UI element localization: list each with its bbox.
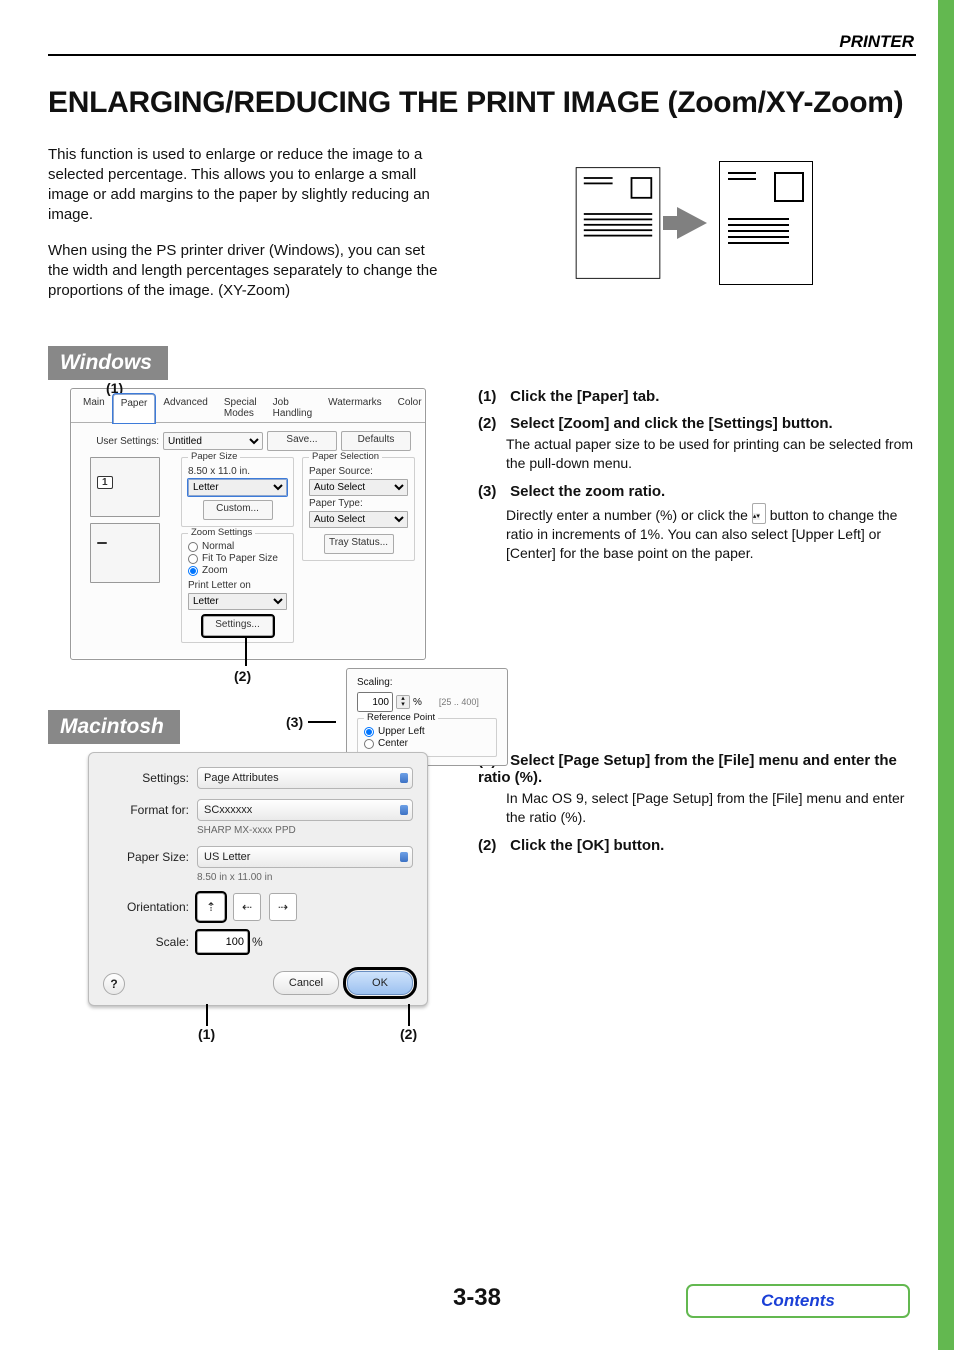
orientation-landscape-right-button[interactable]: ⇢	[269, 893, 297, 921]
mac-scale-input[interactable]	[197, 931, 248, 953]
arrow-right-icon	[677, 207, 707, 239]
step-title: Click the [Paper] tab.	[510, 388, 659, 405]
tab-color[interactable]: Color	[390, 393, 430, 422]
ref-center-radio[interactable]	[364, 739, 374, 749]
callout-3: (3)	[286, 714, 303, 730]
mac-page-setup-dialog: Settings: Page Attributes Format for: SC…	[88, 752, 428, 1006]
preview-page-icon	[90, 457, 160, 517]
mac-format-label: Format for:	[103, 803, 189, 817]
mac-papersize-label: Paper Size:	[103, 850, 189, 864]
step-title: Select [Zoom] and click the [Settings] b…	[510, 415, 833, 432]
contents-link[interactable]: Contents	[686, 1284, 910, 1318]
scaling-label: Scaling:	[357, 677, 393, 688]
tray-status-button[interactable]: Tray Status...	[324, 534, 394, 554]
page-title: ENLARGING/REDUCING THE PRINT IMAGE (Zoom…	[48, 84, 916, 122]
diagram-page-before	[576, 167, 661, 279]
step-number: (1)	[478, 388, 506, 405]
stepper-icon[interactable]: ▴▾	[396, 695, 410, 709]
mac-settings-select[interactable]: Page Attributes	[197, 767, 413, 789]
section-header: PRINTER	[839, 32, 914, 52]
stepper-icon: ▴▾	[752, 503, 766, 524]
windows-heading: Windows	[48, 346, 168, 380]
step-detail: Directly enter a number (%) or click the…	[506, 503, 916, 563]
orientation-portrait-button[interactable]: ⇡	[197, 893, 225, 921]
tab-main[interactable]: Main	[75, 393, 113, 422]
tab-job-handling[interactable]: Job Handling	[265, 393, 320, 422]
step-title: Select [Page Setup] from the [File] menu…	[478, 752, 897, 786]
finisher-icon	[105, 615, 145, 635]
diagram-page-after	[719, 161, 813, 285]
step-number: (2)	[478, 837, 506, 854]
intro-paragraph-1: This function is used to enlarge or redu…	[48, 145, 448, 226]
preview-pane	[81, 457, 169, 647]
zoom-diagram	[468, 130, 916, 317]
tab-paper[interactable]: Paper	[113, 394, 156, 423]
mac-scale-label: Scale:	[103, 935, 189, 949]
cancel-button[interactable]: Cancel	[273, 971, 339, 995]
paper-type-select[interactable]: Auto Select	[309, 511, 408, 528]
step-title: Select the zoom ratio.	[510, 483, 665, 500]
zoom-zoom-radio[interactable]	[188, 566, 198, 576]
dialog-tabs: Main Paper Advanced Special Modes Job Ha…	[71, 389, 425, 423]
mac-settings-label: Settings:	[103, 771, 189, 785]
zoom-settings-group: Zoom Settings Normal Fit To Paper Size Z…	[181, 533, 294, 643]
tab-watermarks[interactable]: Watermarks	[320, 393, 390, 422]
intro-paragraph-2: When using the PS printer driver (Window…	[48, 241, 448, 302]
tray-icon	[105, 589, 145, 609]
user-settings-label: User Settings:	[81, 436, 159, 447]
tab-special-modes[interactable]: Special Modes	[216, 393, 265, 422]
ok-button[interactable]: OK	[347, 971, 413, 995]
orientation-landscape-left-button[interactable]: ⇠	[233, 893, 261, 921]
help-button[interactable]: ?	[103, 973, 125, 995]
step-number: (3)	[478, 483, 506, 500]
paper-size-select[interactable]: Letter	[188, 479, 287, 496]
mac-orientation-label: Orientation:	[103, 900, 189, 914]
callout-2: (2)	[234, 668, 251, 684]
mac-callout-2: (2)	[400, 1026, 417, 1042]
windows-print-dialog: Main Paper Advanced Special Modes Job Ha…	[70, 388, 426, 660]
macintosh-heading: Macintosh	[48, 710, 180, 744]
user-settings-select[interactable]: Untitled	[163, 432, 263, 450]
defaults-button[interactable]: Defaults	[341, 431, 411, 451]
step-title: Click the [OK] button.	[510, 837, 664, 854]
step-detail: In Mac OS 9, select [Page Setup] from th…	[506, 789, 916, 827]
mac-format-select[interactable]: SCxxxxxx	[197, 799, 413, 821]
step-number: (2)	[478, 415, 506, 432]
header-rule	[48, 54, 916, 56]
preview-page-icon	[90, 523, 160, 583]
mac-papersize-sub: 8.50 in x 11.00 in	[197, 872, 413, 883]
zoom-normal-radio[interactable]	[188, 542, 198, 552]
paper-selection-group: Paper Selection Paper Source: Auto Selec…	[302, 457, 415, 561]
mac-papersize-select[interactable]: US Letter	[197, 846, 413, 868]
scaling-input[interactable]	[357, 692, 393, 712]
print-on-select[interactable]: Letter	[188, 593, 287, 610]
ref-upper-left-radio[interactable]	[364, 727, 374, 737]
paper-source-select[interactable]: Auto Select	[309, 479, 408, 496]
paper-size-group: Paper Size 8.50 x 11.0 in. Letter Custom…	[181, 457, 294, 527]
mac-format-sub: SHARP MX-xxxx PPD	[197, 825, 413, 836]
tab-advanced[interactable]: Advanced	[155, 393, 215, 422]
save-button[interactable]: Save...	[267, 431, 337, 451]
zoom-fit-radio[interactable]	[188, 554, 198, 564]
mac-callout-1: (1)	[198, 1026, 215, 1042]
custom-button[interactable]: Custom...	[203, 500, 273, 520]
zoom-settings-button[interactable]: Settings...	[203, 616, 273, 636]
step-detail: The actual paper size to be used for pri…	[506, 435, 916, 473]
